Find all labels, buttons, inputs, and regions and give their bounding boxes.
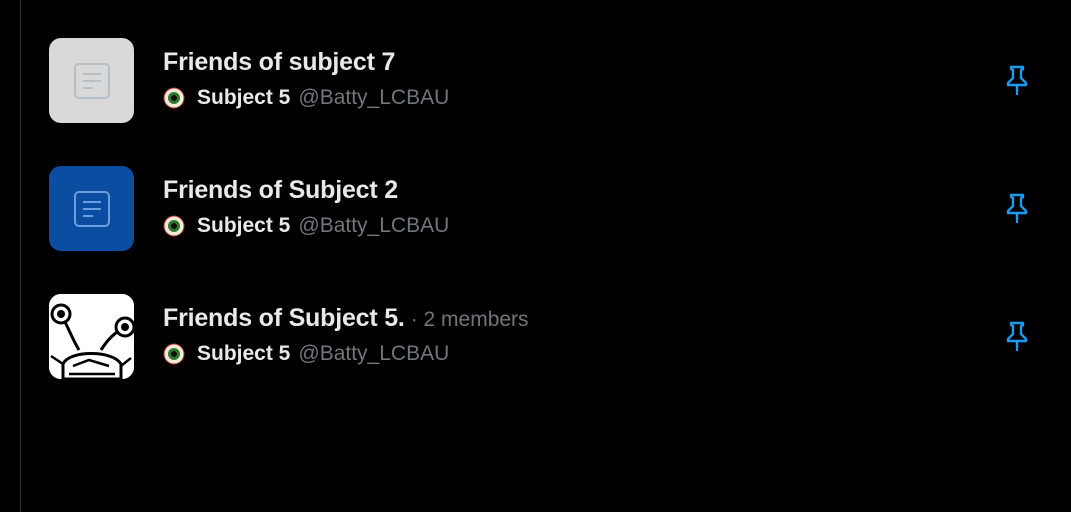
list-owner: Subject 5 @Batty_LCBAU	[163, 340, 529, 368]
list-title[interactable]: Friends of subject 7	[163, 48, 395, 77]
owner-name[interactable]: Subject 5	[197, 214, 290, 238]
pin-icon	[1006, 65, 1028, 95]
list-info: Friends of subject 7 Subject 5 @Batty_LC…	[163, 48, 449, 112]
owner-handle[interactable]: @Batty_LCBAU	[298, 86, 449, 110]
pinned-list-container: Friends of subject 7 Subject 5 @Batty_LC…	[21, 0, 1071, 384]
list-title[interactable]: Friends of Subject 5.	[163, 304, 405, 333]
unpin-button[interactable]	[1001, 64, 1033, 96]
owner-handle[interactable]: @Batty_LCBAU	[298, 342, 449, 366]
list-document-icon	[73, 190, 110, 227]
pin-icon	[1006, 193, 1028, 223]
list-thumbnail	[49, 38, 134, 123]
drawing-image	[49, 294, 134, 379]
list-info: Friends of Subject 2 Subject 5 @Batty_LC…	[163, 176, 449, 240]
list-info: Friends of Subject 5. · 2 members Subjec…	[163, 304, 529, 368]
list-thumbnail	[49, 294, 134, 379]
list-title[interactable]: Friends of Subject 2	[163, 176, 398, 205]
eyeball-avatar-icon[interactable]	[163, 87, 185, 109]
owner-handle[interactable]: @Batty_LCBAU	[298, 214, 449, 238]
list-item[interactable]: Friends of Subject 2 Subject 5 @Batty_LC…	[21, 128, 1071, 256]
pin-icon	[1006, 321, 1028, 351]
list-thumbnail	[49, 166, 134, 251]
list-item[interactable]: Friends of subject 7 Subject 5 @Batty_LC…	[21, 0, 1071, 128]
owner-name[interactable]: Subject 5	[197, 342, 290, 366]
unpin-button[interactable]	[1001, 320, 1033, 352]
eyeball-avatar-icon[interactable]	[163, 215, 185, 237]
list-document-icon	[73, 62, 110, 99]
list-owner: Subject 5 @Batty_LCBAU	[163, 212, 449, 240]
unpin-button[interactable]	[1001, 192, 1033, 224]
member-count: · 2 members	[410, 308, 529, 331]
list-item[interactable]: Friends of Subject 5. · 2 members Subjec…	[21, 256, 1071, 384]
owner-name[interactable]: Subject 5	[197, 86, 290, 110]
pinned-lists-panel: Friends of subject 7 Subject 5 @Batty_LC…	[0, 0, 1071, 512]
eyeball-avatar-icon[interactable]	[163, 343, 185, 365]
list-owner: Subject 5 @Batty_LCBAU	[163, 84, 449, 112]
